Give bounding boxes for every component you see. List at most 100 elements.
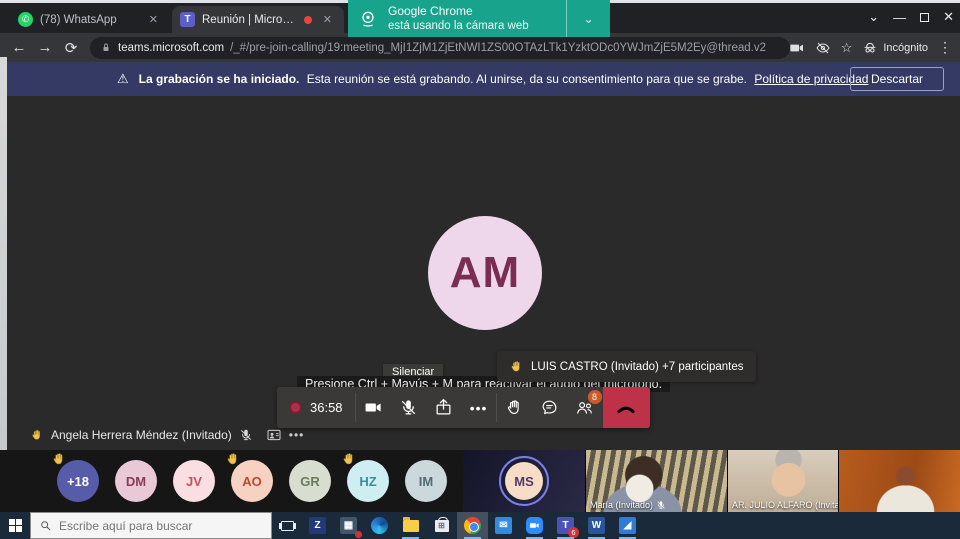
mic-muted-icon — [656, 500, 666, 510]
raise-hand-button[interactable] — [497, 387, 532, 428]
camera-usage-notification[interactable]: Google Chrome está usando la cámara web … — [348, 0, 610, 37]
search-input[interactable] — [59, 519, 249, 533]
chat-button[interactable] — [532, 387, 567, 428]
notification-message: está usando la cámara web — [388, 19, 566, 33]
search-icon — [39, 519, 52, 532]
bookmark-star-icon[interactable]: ☆ — [841, 40, 853, 56]
contact-card-icon[interactable] — [266, 427, 282, 443]
file-explorer-icon[interactable] — [395, 512, 426, 539]
microsoft-store-icon[interactable]: ⊞ — [426, 512, 457, 539]
video-name-label: María (Invitado) — [590, 500, 666, 510]
lock-icon — [100, 42, 112, 54]
call-control-bar: 36:58 ••• 8 — [277, 387, 650, 428]
photos-icon[interactable]: ◢ — [612, 512, 643, 539]
windows-logo-icon — [9, 519, 22, 532]
participant-avatar[interactable]: +18 — [57, 460, 99, 502]
tab-close-icon[interactable]: ✕ — [145, 11, 162, 28]
tab-search-chevron-icon[interactable]: ⌄ — [868, 9, 879, 25]
eye-blocked-icon[interactable] — [815, 40, 831, 56]
video-participant-name: AR. JULIO ALFARO (Invitad — [732, 500, 845, 510]
background-window-edge — [0, 57, 7, 513]
self-participant-row: Angela Herrera Méndez (Invitado) ••• — [30, 425, 304, 445]
teams-icon: T — [180, 12, 195, 27]
raised-hand-icon — [341, 451, 357, 467]
participant-avatar[interactable]: JV — [173, 460, 215, 502]
camera-permission-icon[interactable] — [789, 40, 805, 56]
webcam-icon — [348, 9, 388, 29]
reload-button[interactable]: ⟳ — [58, 39, 84, 57]
app-icon-notification-app[interactable]: ▦ — [333, 512, 364, 539]
recording-dot-icon — [289, 401, 302, 414]
url-path: /_#/pre-join-calling/19:meeting_MjI1ZjM1… — [230, 42, 766, 54]
window-close-button[interactable]: ✕ — [943, 9, 954, 25]
url-domain: teams.microsoft.com — [118, 42, 224, 54]
participant-avatar-row: +18 DM JV AO GR HZ IM — [57, 460, 447, 502]
participants-badge: 8 — [588, 390, 602, 404]
participant-avatar[interactable]: HZ — [347, 460, 389, 502]
window-maximize-button[interactable] — [920, 13, 929, 22]
teams-badge: 6 — [568, 527, 579, 538]
app-icon-z[interactable]: Z — [302, 512, 333, 539]
dismiss-button[interactable]: Descartar — [850, 67, 944, 91]
whatsapp-icon: ✆ — [18, 12, 33, 27]
toast-text: LUIS CASTRO (Invitado) +7 participantes — [531, 361, 744, 373]
tab-teams-meeting[interactable]: T Reunión | Microsoft Teams ✕ — [172, 6, 344, 33]
url-omnibox[interactable]: teams.microsoft.com /_#/pre-join-calling/… — [90, 37, 790, 59]
tab-title: (78) WhatsApp — [40, 14, 138, 26]
tab-title: Reunión | Microsoft Teams — [202, 14, 297, 26]
camera-toggle-button[interactable] — [356, 387, 391, 428]
participant-avatar[interactable]: DM — [115, 460, 157, 502]
tab-whatsapp[interactable]: ✆ (78) WhatsApp ✕ — [10, 6, 170, 33]
share-screen-button[interactable] — [426, 387, 461, 428]
chrome-icon[interactable] — [457, 512, 488, 539]
mic-muted-icon — [239, 428, 253, 442]
incognito-icon — [862, 40, 878, 56]
notification-app-name: Google Chrome — [388, 4, 566, 19]
participant-avatar[interactable]: AO — [231, 460, 273, 502]
meeting-timer: 36:58 — [310, 400, 343, 415]
forward-button[interactable]: → — [32, 39, 58, 56]
more-options-button[interactable]: ••• — [461, 387, 496, 428]
raised-hand-icon — [225, 451, 241, 467]
task-view-button[interactable] — [272, 512, 302, 539]
raised-hand-icon — [509, 359, 524, 374]
teams-app-icon[interactable]: T6 — [550, 512, 581, 539]
incognito-label: Incógnito — [883, 42, 928, 54]
mic-toggle-button[interactable] — [391, 387, 426, 428]
raised-hand-toast[interactable]: LUIS CASTRO (Invitado) +7 participantes — [497, 351, 756, 382]
tab-recording-dot — [304, 16, 312, 24]
video-participant-name: María (Invitado) — [590, 500, 653, 510]
start-button[interactable] — [0, 512, 30, 539]
active-speaker-avatar[interactable]: MS — [499, 456, 549, 506]
video-tile[interactable]: AR. JULIO ALFARO (Invitad — [727, 450, 838, 512]
video-tile[interactable] — [838, 450, 960, 512]
banner-title: La grabación se ha iniciado. — [139, 72, 300, 86]
window-minimize-button[interactable]: — — [893, 10, 906, 25]
raised-hand-icon — [51, 451, 67, 467]
incognito-badge: Incógnito — [862, 40, 928, 56]
edge-icon[interactable] — [364, 512, 395, 539]
self-name-label: Angela Herrera Méndez (Invitado) — [51, 428, 232, 442]
tab-close-icon[interactable]: ✕ — [319, 11, 336, 28]
participants-button[interactable]: 8 — [567, 387, 602, 428]
main-speaker-avatar: AM — [428, 216, 542, 330]
video-tile[interactable]: María (Invitado) — [585, 450, 727, 512]
self-more-options-icon[interactable]: ••• — [289, 428, 305, 442]
participant-avatar[interactable]: GR — [289, 460, 331, 502]
video-name-label: AR. JULIO ALFARO (Invitad — [732, 500, 845, 510]
hang-up-button[interactable] — [603, 387, 651, 428]
address-bar-actions: ☆ Incógnito ⋮ — [789, 33, 952, 62]
taskbar-search[interactable] — [30, 512, 272, 539]
banner-body: Esta reunión se está grabando. Al unirse… — [307, 72, 747, 86]
raised-hand-icon — [30, 428, 44, 442]
word-icon[interactable]: W — [581, 512, 612, 539]
recording-banner: ⚠ La grabación se ha iniciado. Esta reun… — [7, 62, 960, 96]
notification-expand-button[interactable]: ⌄ — [566, 0, 610, 37]
browser-menu-icon[interactable]: ⋮ — [938, 39, 952, 56]
zoom-app-icon[interactable] — [519, 512, 550, 539]
mail-icon[interactable]: ✉ — [488, 512, 519, 539]
back-button[interactable]: ← — [6, 39, 32, 56]
participants-filmstrip: +18 DM JV AO GR HZ IM MS María (Invitado) AR. … — [0, 450, 960, 512]
speaker-initials: MS — [505, 462, 543, 500]
participant-avatar[interactable]: IM — [405, 460, 447, 502]
